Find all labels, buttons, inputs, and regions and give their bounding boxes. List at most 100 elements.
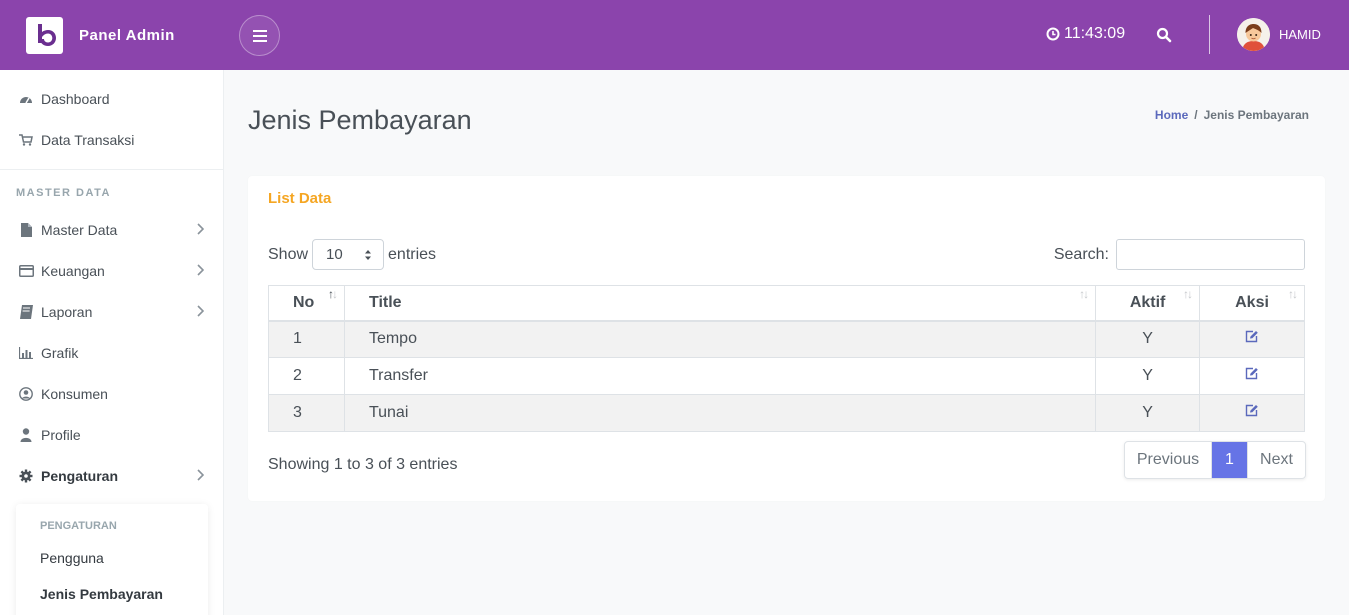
previous-page-button[interactable]: Previous bbox=[1125, 442, 1212, 478]
sort-icon: ↑↓ bbox=[1183, 287, 1193, 301]
sidebar: Dashboard Data Transaksi MASTER DATA Mas… bbox=[0, 70, 224, 615]
hamburger-icon bbox=[252, 29, 267, 42]
user-menu[interactable]: HAMID bbox=[1237, 18, 1321, 51]
sort-icon: ↑↓ bbox=[1288, 287, 1298, 301]
sidebar-divider bbox=[0, 169, 224, 170]
entries-per-page-select[interactable]: 10 bbox=[312, 239, 385, 270]
bar-chart-icon bbox=[18, 345, 34, 361]
breadcrumb-home-link[interactable]: Home bbox=[1155, 108, 1188, 122]
cell-aksi bbox=[1199, 394, 1305, 432]
search-input[interactable] bbox=[1116, 239, 1305, 270]
cell-aktif: Y bbox=[1095, 320, 1201, 358]
table-row: 2 Transfer Y bbox=[268, 357, 1305, 395]
cell-title: Tunai bbox=[343, 394, 1097, 432]
brand[interactable]: Panel Admin bbox=[0, 0, 224, 70]
user-icon bbox=[18, 427, 34, 443]
cell-no: 1 bbox=[268, 320, 345, 358]
select-arrows-icon bbox=[365, 250, 372, 260]
page-1-button[interactable]: 1 bbox=[1212, 442, 1247, 478]
search-button[interactable] bbox=[1153, 24, 1175, 46]
top-navbar: Panel Admin 11:43:09 HAMID bbox=[0, 0, 1349, 70]
file-icon bbox=[18, 222, 34, 238]
cell-title: Tempo bbox=[343, 320, 1097, 358]
chevron-right-icon bbox=[197, 264, 204, 276]
edit-icon[interactable] bbox=[1245, 404, 1259, 417]
column-header-aktif[interactable]: Aktif ↑↓ bbox=[1095, 285, 1201, 322]
chevron-right-icon bbox=[197, 305, 204, 317]
sidebar-item-label: Pengaturan bbox=[41, 468, 119, 484]
sidebar-item-label: Grafik bbox=[41, 345, 79, 361]
column-header-no[interactable]: No ↑↓ bbox=[268, 285, 345, 322]
cell-aktif: Y bbox=[1095, 357, 1201, 395]
clock-icon bbox=[1046, 27, 1060, 41]
table-info: Showing 1 to 3 of 3 entries bbox=[268, 456, 458, 473]
sidebar-item-laporan[interactable]: Laporan bbox=[0, 294, 224, 330]
breadcrumb-separator: / bbox=[1194, 108, 1198, 122]
user-circle-icon bbox=[18, 386, 34, 402]
sidebar-item-data-transaksi[interactable]: Data Transaksi bbox=[0, 122, 224, 158]
cell-title: Transfer bbox=[343, 357, 1097, 395]
search-icon bbox=[1156, 27, 1172, 43]
search-label: Search: bbox=[1053, 245, 1109, 263]
submenu-heading: PENGATURAN bbox=[40, 520, 117, 532]
column-header-aksi[interactable]: Aksi ↑↓ bbox=[1199, 285, 1305, 322]
sidebar-item-dashboard[interactable]: Dashboard bbox=[0, 81, 224, 117]
avatar bbox=[1237, 18, 1270, 51]
edit-icon[interactable] bbox=[1245, 367, 1259, 380]
cell-aksi bbox=[1199, 357, 1305, 395]
chevron-right-icon bbox=[197, 469, 204, 481]
brand-logo bbox=[26, 16, 63, 54]
cell-no: 2 bbox=[268, 357, 345, 395]
page-title: Jenis Pembayaran bbox=[248, 105, 472, 135]
breadcrumb: Home / Jenis Pembayaran bbox=[1155, 108, 1309, 122]
sidebar-item-label: Dashboard bbox=[41, 91, 110, 107]
credit-card-icon bbox=[18, 263, 34, 279]
book-icon bbox=[18, 304, 34, 320]
sidebar-item-profile[interactable]: Profile bbox=[0, 417, 224, 453]
dashboard-icon bbox=[18, 91, 34, 107]
entries-length-control: Show 10 entries bbox=[268, 239, 436, 270]
chevron-right-icon bbox=[197, 223, 204, 235]
submenu-item-pengguna[interactable]: Pengguna bbox=[40, 550, 104, 566]
sort-asc-icon: ↑↓ bbox=[327, 287, 338, 301]
edit-icon[interactable] bbox=[1245, 330, 1259, 343]
column-header-title[interactable]: Title ↑↓ bbox=[343, 285, 1097, 322]
sidebar-item-grafik[interactable]: Grafik bbox=[0, 335, 224, 371]
column-header-label: Aktif bbox=[1129, 293, 1166, 311]
sidebar-item-label: Keuangan bbox=[41, 263, 105, 279]
sidebar-item-master-data[interactable]: Master Data bbox=[0, 212, 224, 248]
sidebar-item-label: Profile bbox=[41, 427, 81, 443]
entries-per-page-value: 10 bbox=[326, 246, 343, 263]
submenu-item-jenis-pembayaran[interactable]: Jenis Pembayaran bbox=[40, 586, 163, 602]
show-label: Show bbox=[268, 245, 309, 263]
cell-aksi bbox=[1199, 320, 1305, 358]
cart-icon bbox=[18, 132, 34, 148]
sidebar-item-konsumen[interactable]: Konsumen bbox=[0, 376, 224, 412]
gear-icon bbox=[18, 468, 34, 484]
table-search: Search: bbox=[1054, 239, 1305, 270]
list-data-card: List Data Show 10 entries Search: No ↑↓ … bbox=[248, 176, 1325, 501]
table-row: 1 Tempo Y bbox=[268, 320, 1305, 358]
cell-no: 3 bbox=[268, 394, 345, 432]
sidebar-item-label: Master Data bbox=[41, 222, 118, 238]
pengaturan-submenu: PENGATURAN Pengguna Jenis Pembayaran bbox=[16, 504, 208, 615]
table-row: 3 Tunai Y bbox=[268, 394, 1305, 432]
header-divider bbox=[1209, 15, 1210, 54]
sidebar-item-label: Data Transaksi bbox=[41, 132, 135, 148]
clock: 11:43:09 bbox=[1046, 25, 1125, 43]
clock-time: 11:43:09 bbox=[1064, 25, 1126, 42]
card-title: List Data bbox=[268, 190, 332, 207]
next-page-button[interactable]: Next bbox=[1247, 442, 1305, 478]
column-header-label: Title bbox=[368, 293, 402, 311]
data-table: No ↑↓ Title ↑↓ Aktif ↑↓ Aksi ↑↓ 1 Tempo … bbox=[268, 285, 1305, 432]
brand-name: Panel Admin bbox=[79, 26, 175, 44]
cell-aktif: Y bbox=[1095, 394, 1201, 432]
sidebar-item-pengaturan[interactable]: Pengaturan bbox=[0, 458, 224, 494]
sidebar-section-heading: MASTER DATA bbox=[16, 187, 111, 199]
entries-label: entries bbox=[388, 245, 437, 263]
column-header-label: Aksi bbox=[1235, 293, 1269, 311]
menu-toggle-button[interactable] bbox=[239, 15, 280, 56]
sidebar-item-keuangan[interactable]: Keuangan bbox=[0, 253, 224, 289]
table-header-row: No ↑↓ Title ↑↓ Aktif ↑↓ Aksi ↑↓ bbox=[268, 285, 1305, 322]
sidebar-item-label: Laporan bbox=[41, 304, 93, 320]
